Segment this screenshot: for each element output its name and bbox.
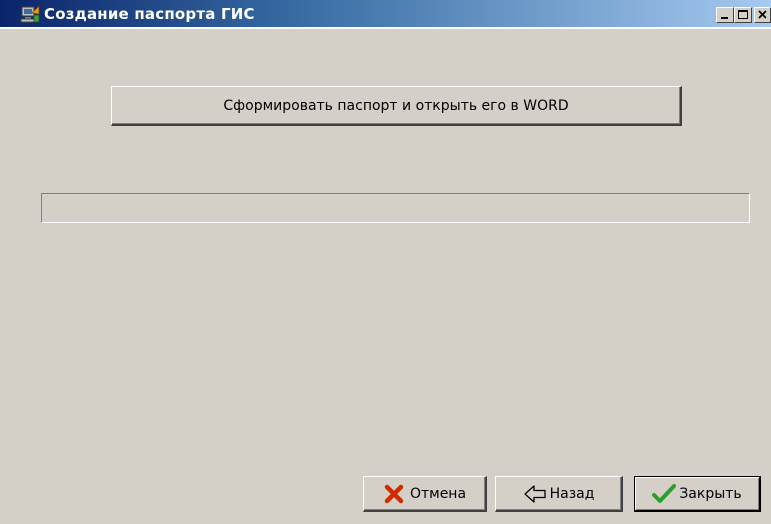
minimize-icon (721, 17, 728, 19)
setup-computer-icon[interactable] (20, 5, 40, 24)
back-label: Назад (549, 485, 595, 502)
cancel-label: Отмена (409, 485, 467, 502)
maximize-button[interactable] (734, 7, 752, 23)
red-x-icon (383, 483, 405, 505)
cancel-button[interactable]: Отмена (363, 476, 487, 512)
window-title: Создание паспорта ГИС (44, 5, 255, 23)
close-label: Закрыть (679, 485, 742, 502)
left-arrow-icon (523, 483, 546, 505)
passport-window: Создание паспорта ГИС Сформировать паспо… (0, 0, 771, 524)
close-button[interactable]: Закрыть (634, 476, 761, 512)
back-button[interactable]: Назад (495, 476, 623, 512)
minimize-button[interactable] (716, 7, 734, 23)
close-icon (758, 10, 767, 19)
generate-passport-label: Сформировать паспорт и открыть его в WOR… (223, 97, 569, 114)
progress-bar (41, 193, 750, 223)
close-window-button[interactable] (754, 7, 771, 23)
title-bar[interactable]: Создание паспорта ГИС (0, 0, 771, 29)
maximize-icon (738, 10, 748, 19)
generate-passport-button[interactable]: Сформировать паспорт и открыть его в WOR… (111, 86, 682, 126)
green-check-icon (652, 483, 677, 505)
